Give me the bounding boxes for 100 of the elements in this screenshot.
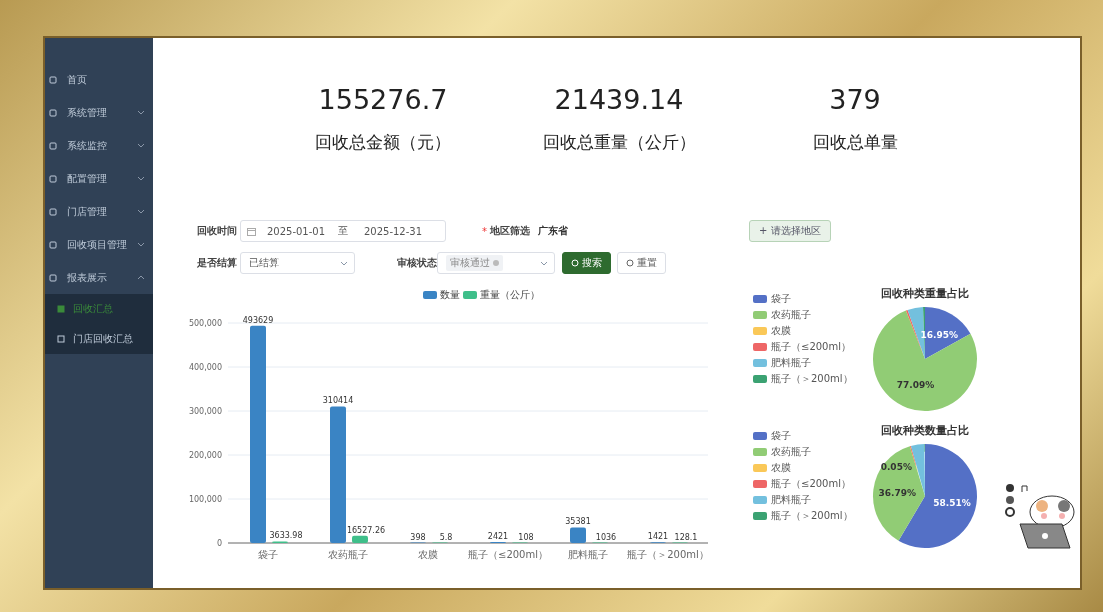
axis-category-label: 肥料瓶子 <box>568 549 608 560</box>
legend-label: 农膜 <box>771 324 791 338</box>
reset-button[interactable]: 重置 <box>617 252 666 274</box>
chevron-down-icon <box>340 260 348 266</box>
chevron-down-icon <box>137 110 145 115</box>
menu-icon <box>49 240 57 249</box>
region-value: 广东省 <box>538 224 568 238</box>
sidebar-item[interactable]: 报表展示 <box>45 261 153 294</box>
legend-item: 袋子 <box>753 429 861 443</box>
legend-item: 袋子 <box>753 292 861 306</box>
date-range-field[interactable]: 2025-01-01 至 2025-12-31 <box>240 220 446 242</box>
chevron-down-icon <box>540 260 548 266</box>
legend-item: 瓶子（≤200ml） <box>753 340 861 354</box>
legend-label: 瓶子（≤200ml） <box>771 340 851 354</box>
stat-value: 155276.7 <box>318 83 448 117</box>
legend-label: 农膜 <box>771 461 791 475</box>
stat-label: 回收总单量 <box>812 131 898 153</box>
menu-icon <box>49 174 57 183</box>
axis-tick-label: 300,000 <box>188 407 222 416</box>
slice-label: 0.05% <box>880 462 912 473</box>
start-date: 2025-01-01 <box>265 225 327 237</box>
axis-category-label: 农膜 <box>418 549 438 560</box>
search-button[interactable]: 搜索 <box>562 252 611 274</box>
stat-label: 回收总金额（元） <box>315 131 451 153</box>
axis-category-label: 瓶子（≤200ml） <box>468 549 548 560</box>
slice-label: 36.79% <box>878 487 916 498</box>
axis-tick-label: 0 <box>216 539 222 548</box>
legend-item: 瓶子（＞200ml） <box>753 372 861 386</box>
chevron-down-icon <box>137 242 145 247</box>
menu-icon <box>57 305 65 313</box>
status-tag: 审核通过 <box>446 255 503 271</box>
sidebar-item[interactable]: 门店管理 <box>45 195 153 228</box>
end-date: 2025-12-31 <box>362 225 424 237</box>
chevron-down-icon <box>137 143 145 148</box>
required-mark: * <box>482 225 487 237</box>
stat-value: 21439.14 <box>554 83 684 117</box>
bar-value-label: 108 <box>518 532 534 542</box>
calendar-icon <box>247 226 256 236</box>
menu-icon <box>49 141 57 150</box>
close-icon <box>493 260 499 266</box>
select-region-button[interactable]: + 请选择地区 <box>749 220 831 242</box>
sidebar-item[interactable]: 首页 <box>45 63 153 96</box>
legend-item: 重量（公斤） <box>463 289 540 300</box>
legend-label: 瓶子（＞200ml） <box>771 372 853 386</box>
legend-item: 瓶子（≤200ml） <box>753 477 861 491</box>
field-label: 地区筛选 <box>490 224 531 238</box>
axis-tick-label: 200,000 <box>188 451 222 460</box>
legend-label: 袋子 <box>771 292 791 306</box>
bar <box>352 535 368 543</box>
bar-value-label: 35381 <box>565 517 591 527</box>
axis-tick-label: 400,000 <box>188 363 222 372</box>
legend-item: 数量 <box>423 289 460 300</box>
axis-category-label: 农药瓶子 <box>328 549 368 560</box>
field-label: 回收时间 <box>197 224 238 238</box>
bar-value-label: 493629 <box>242 315 274 325</box>
field-label: 审核状态 <box>397 256 437 270</box>
legend-label: 肥料瓶子 <box>771 356 811 370</box>
sidebar-item[interactable]: 回收项目管理 <box>45 228 153 261</box>
legend-label: 瓶子（＞200ml） <box>771 509 853 523</box>
sidebar-item[interactable]: 系统管理 <box>45 96 153 129</box>
bar-value-label: 2421 <box>487 531 509 541</box>
legend-label: 重量（公斤） <box>480 289 540 300</box>
legend-label: 瓶子（≤200ml） <box>771 477 851 491</box>
field-label: 是否结算 <box>197 256 238 270</box>
slice-label: 58.51% <box>933 498 971 509</box>
legend-item: 农药瓶子 <box>753 445 861 459</box>
menu-icon <box>49 108 57 117</box>
chevron-down-icon <box>137 176 145 181</box>
bar-value-label: 3633.98 <box>269 531 303 541</box>
legend-item: 肥料瓶子 <box>753 493 861 507</box>
chevron-down-icon <box>137 209 145 214</box>
stat-value: 379 <box>829 83 881 117</box>
slice-label: 16.95% <box>920 329 958 340</box>
legend-label: 肥料瓶子 <box>771 493 811 507</box>
bar-value-label: 310414 <box>322 396 354 406</box>
legend-label: 农药瓶子 <box>771 308 811 322</box>
bar-value-label: 398 <box>410 532 426 542</box>
legend-item: 肥料瓶子 <box>753 356 861 370</box>
axis-tick-label: 100,000 <box>188 495 222 504</box>
legend-item: 瓶子（＞200ml） <box>753 509 861 523</box>
bar-value-label: 1036 <box>595 532 617 542</box>
bar-value-label: 16527.26 <box>346 525 386 535</box>
bar <box>570 527 586 543</box>
bar-value-label: 128.1 <box>674 532 698 542</box>
settled-select[interactable]: 已结算 <box>240 252 355 274</box>
slice-label: 77.09% <box>896 380 935 391</box>
menu-icon <box>49 75 57 84</box>
stat-label: 回收总重量（公斤） <box>542 131 696 153</box>
axis-tick-label: 500,000 <box>188 319 222 328</box>
chart-title: 回收种类重量占比 <box>881 286 969 301</box>
chevron-up-icon <box>137 275 145 280</box>
legend-label: 数量 <box>440 289 460 300</box>
bar-value-label: 1421 <box>647 532 669 542</box>
legend-label: 农药瓶子 <box>771 445 811 459</box>
sidebar-item[interactable]: 配置管理 <box>45 162 153 195</box>
menu-icon <box>49 273 57 282</box>
legend-item: 农药瓶子 <box>753 308 861 322</box>
axis-category-label: 瓶子（＞200ml） <box>627 549 709 560</box>
sidebar-item[interactable]: 系统监控 <box>45 129 153 162</box>
submenu-item[interactable]: 门店回收汇总 <box>45 324 153 354</box>
